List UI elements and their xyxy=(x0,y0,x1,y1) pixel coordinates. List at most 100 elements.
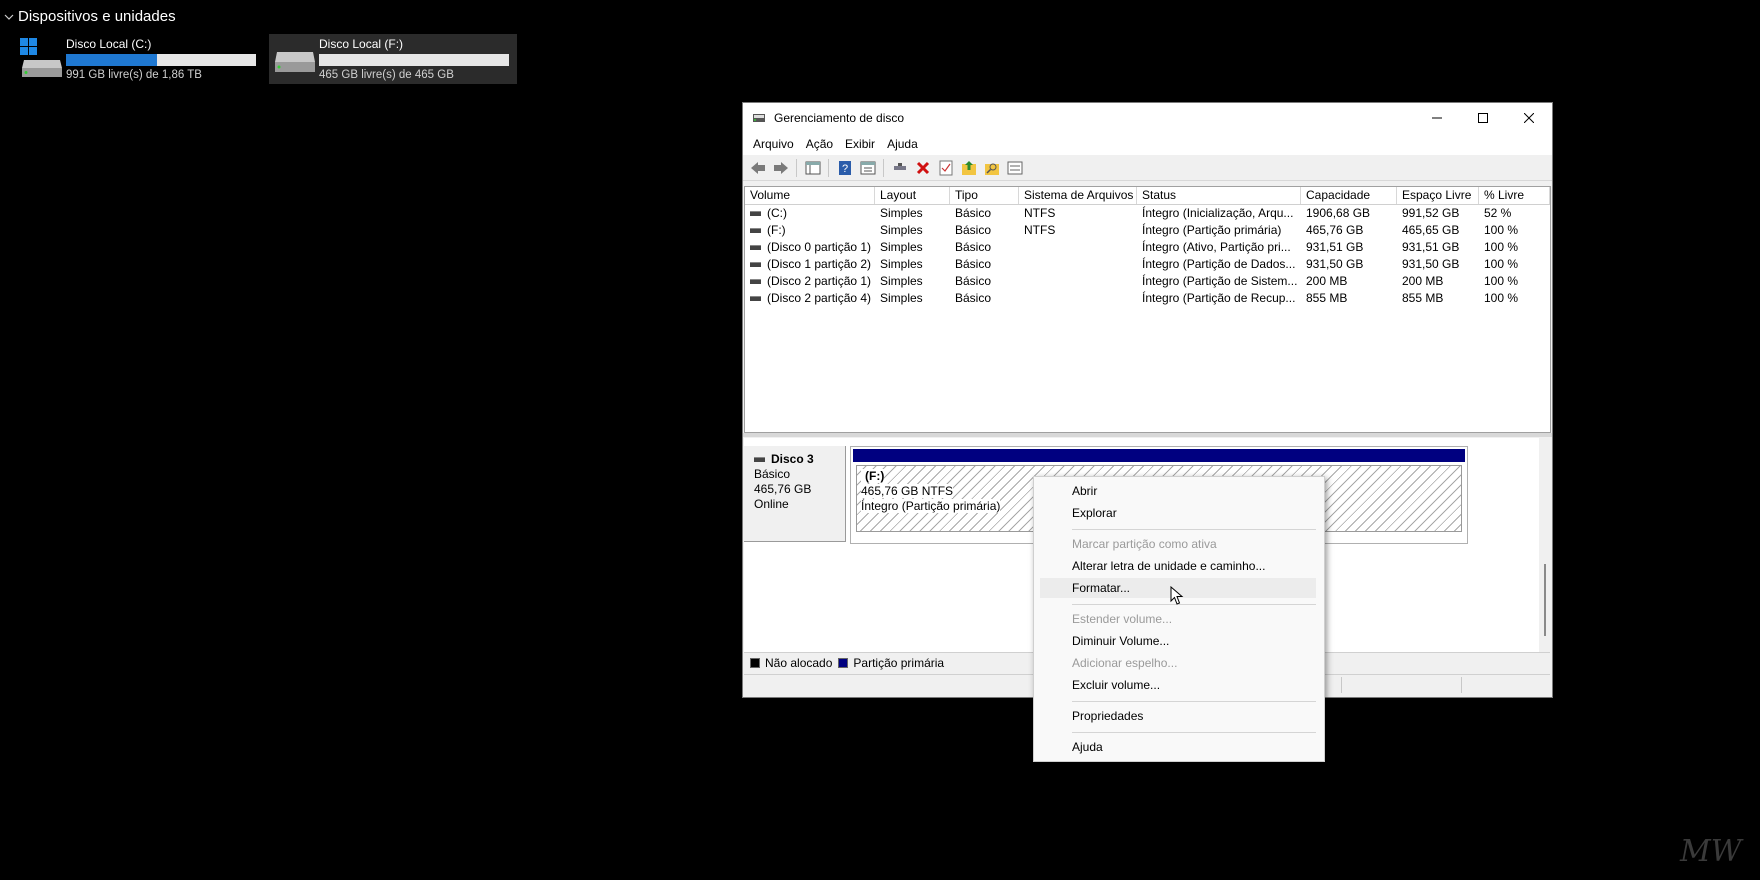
scrollbar-thumb[interactable] xyxy=(1544,564,1546,636)
menu-item-diminuir[interactable]: Diminuir Volume... xyxy=(1040,631,1316,651)
graph-scrollbar[interactable] xyxy=(1539,438,1551,652)
cell-volume: (F:) xyxy=(745,222,875,239)
cell-tipo: Básico xyxy=(955,223,992,237)
cell-status: Íntegro (Ativo, Partição pri... xyxy=(1142,240,1291,254)
drive-c[interactable]: Disco Local (C:) 991 GB livre(s) de 1,86… xyxy=(16,34,260,84)
maximize-button[interactable] xyxy=(1460,103,1506,133)
back-button[interactable] xyxy=(747,157,768,178)
connect-icon xyxy=(893,162,906,170)
drive-usage-bar xyxy=(66,54,256,66)
cell-volume: (Disco 0 partição 1) xyxy=(745,239,875,256)
cell-volume: (Disco 2 partição 1) xyxy=(745,273,875,290)
check-button[interactable] xyxy=(935,157,956,178)
legend-label-primary: Partição primária xyxy=(853,655,945,670)
cell-tipo: Básico xyxy=(955,206,992,220)
devices-section-header[interactable]: Dispositivos e unidades xyxy=(4,8,176,25)
menu-item-abrir[interactable]: Abrir xyxy=(1040,481,1316,501)
volume-list: Volume Layout Tipo Sistema de Arquivos S… xyxy=(744,186,1551,433)
folder-up-button[interactable] xyxy=(958,157,979,178)
cell-layout: Simples xyxy=(880,291,923,305)
menu-item-propriedades[interactable]: Propriedades xyxy=(1040,706,1316,726)
help-button[interactable]: ? xyxy=(834,157,855,178)
partition-type-bar xyxy=(853,449,1465,462)
partition-letter: (F:) xyxy=(861,469,885,483)
menu-bar: Arquivo Ação Exibir Ajuda xyxy=(743,133,1552,155)
table-row[interactable]: (C:) Simples Básico NTFS Íntegro (Inicializa… xyxy=(745,205,1550,222)
cell-percent-free: 100 % xyxy=(1484,240,1519,254)
menu-item-alterar-letra[interactable]: Alterar letra de unidade e caminho... xyxy=(1040,556,1316,576)
volume-name: (C:) xyxy=(767,206,787,220)
toolbar-separator xyxy=(828,158,829,177)
delete-button[interactable] xyxy=(912,157,933,178)
menu-item-ajuda[interactable]: Ajuda xyxy=(1040,737,1316,757)
disk-info-panel[interactable]: Disco 3 Básico 465,76 GB Online xyxy=(744,446,846,542)
cell-capacity: 855 MB xyxy=(1306,291,1348,305)
pane-splitter[interactable] xyxy=(743,433,1552,437)
table-row[interactable]: (Disco 2 partição 1) Simples Básico Íntegro… xyxy=(745,273,1550,290)
volume-icon xyxy=(750,296,761,302)
disk-management-icon xyxy=(753,114,765,122)
menu-acao[interactable]: Ação xyxy=(800,137,839,151)
cell-tipo: Básico xyxy=(955,257,992,271)
cell-capacity: 200 MB xyxy=(1306,274,1348,288)
connect-button[interactable] xyxy=(889,157,910,178)
menu-item-excluir[interactable]: Excluir volume... xyxy=(1040,675,1316,695)
disk-type: Básico xyxy=(754,467,791,481)
minimize-button[interactable] xyxy=(1414,103,1460,133)
column-header-capacity[interactable]: Capacidade xyxy=(1301,187,1397,204)
cell-status: Íntegro (Partição de Sistem... xyxy=(1142,274,1298,288)
drive-icon xyxy=(16,34,66,84)
status-divider xyxy=(1341,677,1342,693)
cell-filesystem xyxy=(1019,290,1137,307)
volume-name: (Disco 1 partição 2) xyxy=(767,257,872,271)
table-row[interactable]: (F:) Simples Básico NTFS Íntegro (Partição p… xyxy=(745,222,1550,239)
menu-ajuda[interactable]: Ajuda xyxy=(881,137,924,151)
column-header-volume[interactable]: Volume xyxy=(745,187,875,204)
cell-free-space: 465,65 GB xyxy=(1402,223,1460,237)
table-row[interactable]: (Disco 1 partição 2) Simples Básico Íntegro… xyxy=(745,256,1550,273)
column-header-layout[interactable]: Layout xyxy=(875,187,950,204)
column-header-filesystem[interactable]: Sistema de Arquivos xyxy=(1019,187,1137,204)
menu-item-adicionar-espelho: Adicionar espelho... xyxy=(1072,656,1178,670)
column-header-status[interactable]: Status xyxy=(1137,187,1301,204)
volume-list-header: Volume Layout Tipo Sistema de Arquivos S… xyxy=(745,187,1550,205)
console-tree-button[interactable] xyxy=(802,157,823,178)
forward-button[interactable] xyxy=(770,157,791,178)
table-row[interactable]: (Disco 2 partição 4) Simples Básico Íntegro… xyxy=(745,290,1550,307)
cell-free-space: 855 MB xyxy=(1402,291,1444,305)
toolbar: ? xyxy=(743,155,1552,181)
drive-name: Disco Local (C:) xyxy=(66,37,152,51)
cell-status: Íntegro (Partição de Dados... xyxy=(1142,257,1296,271)
forward-arrow-icon xyxy=(773,161,788,174)
cell-volume: (Disco 1 partição 2) xyxy=(745,256,875,273)
properties-button[interactable] xyxy=(857,157,878,178)
toolbar-separator xyxy=(883,158,884,177)
partition-size-fs: 465,76 GB NTFS xyxy=(861,484,954,498)
cell-layout: Simples xyxy=(880,257,923,271)
menu-item-estender: Estender volume... xyxy=(1072,612,1173,626)
help-icon: ? xyxy=(838,160,851,175)
menu-item-explorar[interactable]: Explorar xyxy=(1040,503,1316,523)
column-header-tipo[interactable]: Tipo xyxy=(950,187,1019,204)
drive-f[interactable]: Disco Local (F:) 465 GB livre(s) de 465 … xyxy=(269,34,517,84)
folder-search-icon xyxy=(984,163,999,175)
toolbar-separator xyxy=(796,158,797,177)
column-header-percent-free[interactable]: % Livre xyxy=(1479,187,1550,204)
cell-percent-free: 100 % xyxy=(1484,257,1519,271)
menu-exibir[interactable]: Exibir xyxy=(839,137,881,151)
cell-layout: Simples xyxy=(880,206,923,220)
close-button[interactable] xyxy=(1506,103,1552,133)
drive-usage-fill xyxy=(66,54,158,66)
folder-search-button[interactable] xyxy=(981,157,1002,178)
menu-separator xyxy=(1072,604,1316,605)
table-row[interactable]: (Disco 0 partição 1) Simples Básico Íntegro… xyxy=(745,239,1550,256)
cell-status: Íntegro (Inicialização, Arqu... xyxy=(1142,206,1294,220)
menu-arquivo[interactable]: Arquivo xyxy=(747,137,800,151)
title-bar[interactable]: Gerenciamento de disco xyxy=(743,103,1552,133)
settings-list-button[interactable] xyxy=(1004,157,1025,178)
column-header-free-space[interactable]: Espaço Livre xyxy=(1397,187,1479,204)
cell-percent-free: 100 % xyxy=(1484,274,1519,288)
legend-label-unallocated: Não alocado xyxy=(765,655,833,670)
volume-name: (Disco 2 partição 1) xyxy=(767,274,872,288)
disk-icon xyxy=(754,457,765,463)
